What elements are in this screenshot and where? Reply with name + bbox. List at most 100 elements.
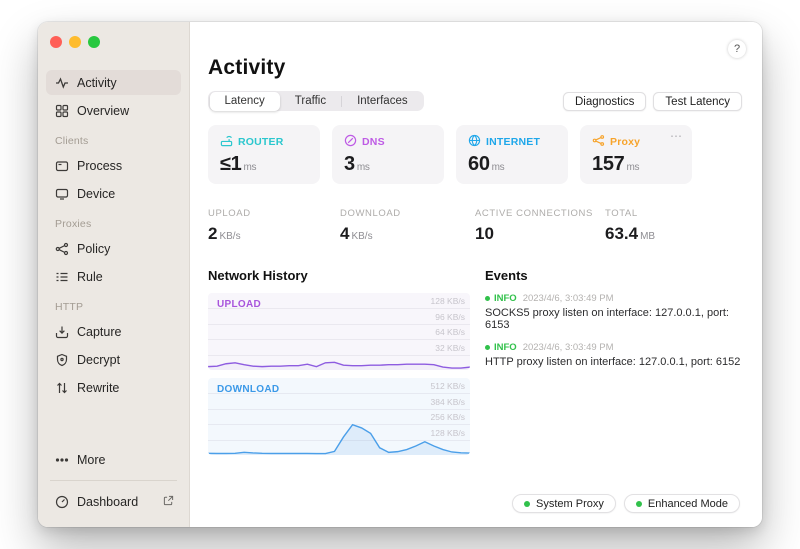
activity-pulse-icon [54,75,69,90]
proxy-icon [592,134,605,150]
proxy-latency-card: ⋯ Proxy 157ms [580,125,692,184]
sidebar-item-device[interactable]: Device [46,181,181,206]
sidebar-item-rule[interactable]: Rule [46,264,181,289]
router-latency-card: ROUTER ≤1ms [208,125,320,184]
test-latency-button[interactable]: Test Latency [653,92,742,111]
view-segmented-control: Latency Traffic Interfaces [208,91,424,111]
status-dot-icon [636,501,642,507]
stats-row: UPLOAD 2KB/s DOWNLOAD 4KB/s ACTIVE CONNE… [208,208,742,244]
upload-chart-label: UPLOAD [217,299,261,310]
download-chart: DOWNLOAD 512 KB/s 384 KB/s 256 KB/s 128 KB/… [208,378,470,455]
router-icon [220,134,233,150]
sidebar-item-decrypt[interactable]: Decrypt [46,347,181,372]
sidebar-item-more[interactable]: More [46,447,181,472]
event-item: INFO 2023/4/6, 3:03:49 PM HTTP proxy lis… [485,342,742,368]
capture-tray-icon [54,324,69,339]
sidebar-section-clients: Clients [55,135,181,147]
system-proxy-toggle[interactable]: System Proxy [512,494,616,513]
chart-tick-label: 128 KB/s [431,296,466,306]
swap-arrows-icon [54,380,69,395]
sidebar-item-label: Process [77,159,122,173]
latency-card-value: 60ms [468,153,556,176]
shield-icon [54,352,69,367]
tab-interfaces[interactable]: Interfaces [342,92,423,111]
tab-traffic[interactable]: Traffic [280,92,341,111]
latency-card-label: Proxy [610,136,640,148]
rule-list-icon [54,269,69,284]
latency-card-label: ROUTER [238,136,284,148]
sidebar-item-rewrite[interactable]: Rewrite [46,375,181,400]
share-nodes-icon [54,241,69,256]
traffic-lights [46,34,181,56]
sidebar-item-label: Activity [77,76,117,90]
latency-cards: ROUTER ≤1ms DNS 3ms INTERNET [208,125,742,184]
event-level-dot [485,345,490,350]
sidebar-section-http: HTTP [55,301,181,313]
chart-tick-label: 256 KB/s [431,412,466,422]
sidebar-item-label: Rewrite [77,381,119,395]
chart-tick-label: 32 KB/s [435,343,465,353]
enhanced-mode-toggle[interactable]: Enhanced Mode [624,494,740,513]
sidebar-item-capture[interactable]: Capture [46,319,181,344]
chart-tick-label: 512 KB/s [431,381,466,391]
sidebar-nav: Activity Overview Clients Process Device [46,70,181,403]
sidebar-item-process[interactable]: Process [46,153,181,178]
minimize-window-button[interactable] [69,36,81,48]
main-content: ? Activity Latency Traffic Interfaces Di… [190,22,762,527]
download-chart-label: DOWNLOAD [217,384,279,395]
sidebar-item-label: More [77,453,105,467]
internet-globe-icon [468,134,481,150]
latency-card-label: INTERNET [486,136,540,148]
network-history-column: Network History UPLOAD 128 KB/s96 KB/s64… [208,268,470,513]
app-window: Activity Overview Clients Process Device [38,22,762,527]
network-history-title: Network History [208,268,470,283]
diagnostics-button[interactable]: Diagnostics [563,92,646,111]
upload-chart: UPLOAD 128 KB/s96 KB/s64 KB/s32 KB/s [208,293,470,370]
events-title: Events [485,268,742,283]
latency-card-value: 157ms [592,153,680,176]
sidebar-item-label: Policy [77,242,110,256]
dns-icon [344,134,357,150]
latency-card-value: 3ms [344,153,432,176]
sidebar: Activity Overview Clients Process Device [38,22,190,527]
status-pills: System Proxy Enhanced Mode [512,494,740,513]
proxy-card-menu-button[interactable]: ⋯ [670,129,683,143]
sidebar-item-overview[interactable]: Overview [46,98,181,123]
help-button[interactable]: ? [728,40,746,58]
event-level: INFO [494,293,517,304]
event-message: SOCKS5 proxy listen on interface: 127.0.… [485,307,742,331]
sidebar-section-proxies: Proxies [55,218,181,230]
stat-active-connections: ACTIVE CONNECTIONS 10 [475,208,605,244]
sidebar-divider [50,480,177,481]
event-level: INFO [494,342,517,353]
sidebar-item-label: Decrypt [77,353,120,367]
latency-card-value: ≤1ms [220,153,308,176]
event-item: INFO 2023/4/6, 3:03:49 PM SOCKS5 proxy l… [485,293,742,331]
event-timestamp: 2023/4/6, 3:03:49 PM [523,342,614,353]
process-window-icon [54,158,69,173]
chart-tick-label: 128 KB/s [431,428,466,438]
chart-tick-label: 96 KB/s [435,312,465,322]
dns-latency-card: DNS 3ms [332,125,444,184]
events-column: Events INFO 2023/4/6, 3:03:49 PM SOCKS5 … [485,268,742,513]
lower-section: Network History UPLOAD 128 KB/s96 KB/s64… [208,268,742,513]
page-title: Activity [208,56,742,80]
close-window-button[interactable] [50,36,62,48]
ellipsis-icon [54,452,69,467]
sidebar-item-activity[interactable]: Activity [46,70,181,95]
zoom-window-button[interactable] [88,36,100,48]
gauge-icon [54,494,69,509]
sidebar-item-policy[interactable]: Policy [46,236,181,261]
display-icon [54,186,69,201]
tab-latency[interactable]: Latency [210,92,280,111]
sidebar-item-label: Capture [77,325,121,339]
pill-label: System Proxy [536,498,604,510]
sidebar-item-dashboard[interactable]: Dashboard [46,489,181,514]
event-message: HTTP proxy listen on interface: 127.0.0.… [485,356,742,368]
sidebar-item-label: Device [77,187,115,201]
chart-tick-label: 384 KB/s [431,397,466,407]
toolbar: Latency Traffic Interfaces Diagnostics T… [208,91,742,111]
latency-card-label: DNS [362,136,385,148]
sidebar-item-label: Overview [77,104,129,118]
event-timestamp: 2023/4/6, 3:03:49 PM [523,293,614,304]
